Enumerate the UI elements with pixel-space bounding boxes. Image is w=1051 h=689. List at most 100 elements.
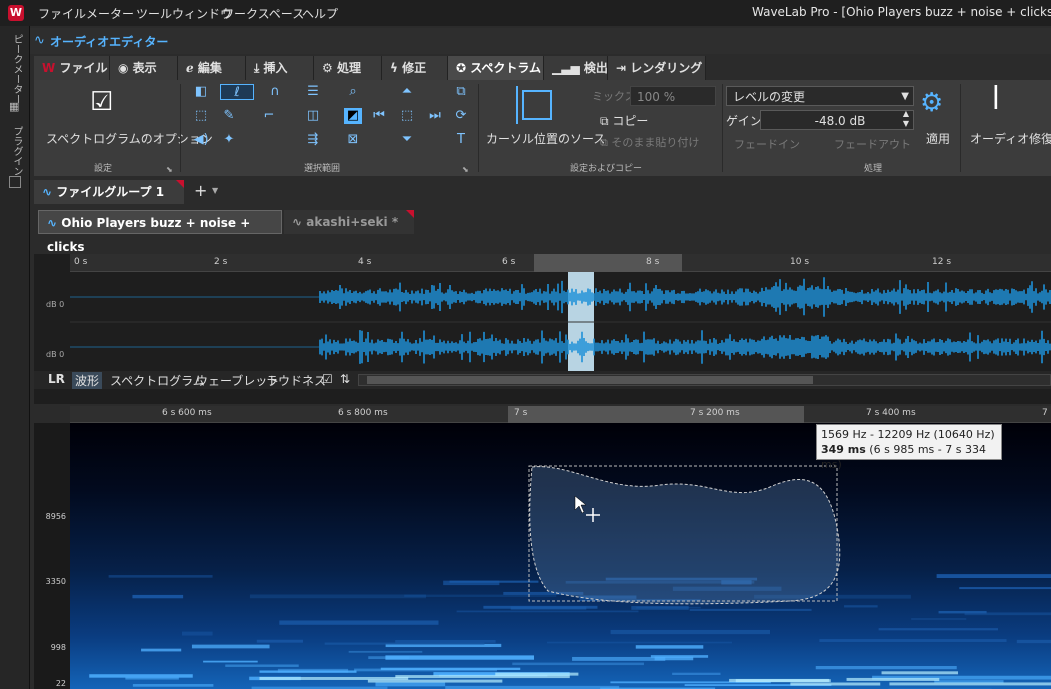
tick-label: 10 s [790,257,810,267]
prev-icon[interactable]: ⏮ [370,108,388,124]
cursor-source-button[interactable]: カーソル位置のソース [486,130,605,147]
plugins-tab[interactable]: プラグイン [9,126,24,176]
file-tab[interactable]: ∿ akashi+seki * [284,210,414,234]
tab-edit[interactable]: ℯ 編集 [178,56,246,80]
modified-indicator [176,180,184,188]
align-icon[interactable]: ☰ [304,84,322,100]
mode-icon[interactable]: ◫ [304,108,322,124]
frame-icon[interactable]: ⬚ [398,108,416,124]
waveform-channel-left [70,277,1051,317]
tooltip-time-range: 349 ms (6 s 985 ms - 7 s 334 ms) [821,442,997,472]
grid-icon[interactable]: ▦ [9,100,21,113]
chevron-down-icon: ▼ [901,91,909,102]
copy-window-icon[interactable]: ⧉ [452,84,470,100]
main-time-ruler[interactable]: 6 s 600 ms 6 s 800 ms 7 s 7 s 200 ms 7 s… [70,406,1051,423]
text-icon[interactable]: T [452,132,470,148]
visible-range[interactable] [534,254,682,272]
mix-field[interactable]: 100 % [630,86,716,106]
process-select[interactable]: レベルの変更 ▼ [726,86,914,106]
freq-label: 998 [50,643,66,652]
chevron-down-icon[interactable]: ▼ [212,186,218,195]
channel-lr-toggle[interactable]: LR [48,372,65,386]
search-refresh-icon[interactable]: ⟳ [452,108,470,124]
paste-as-is-button[interactable]: ⧉ そのまま貼り付け [600,134,699,150]
tab-detect[interactable]: ▁▃▅ 検出 [544,56,608,80]
tab-spectrum[interactable]: ✪ スペクトラム [448,56,544,80]
panel-icon[interactable] [9,176,21,188]
cursor-source-icon[interactable] [522,90,552,120]
spectrogram-options-button[interactable]: スペクトログラムのオプション [46,130,213,147]
magnet-icon[interactable]: ∩ [266,84,284,100]
menu-workspace[interactable]: ワークスペース [222,5,304,22]
waveform-icon: ∿ [47,216,58,230]
bottom-icon[interactable]: ⏷ [398,132,416,148]
gain-field[interactable]: -48.0 dB ▲ ▼ [760,109,914,130]
peak-meter-tab[interactable]: ピークメーター [9,34,24,104]
freq-label: 22 [55,679,66,688]
editor-title-bar: ∿ オーディオエディター [30,28,1051,54]
overview-ruler[interactable]: 0 s 2 s 4 s 6 s 8 s 10 s 12 s [70,254,1051,272]
file-tab-active[interactable]: ∿ Ohio Players buzz + noise + clicks [38,210,282,254]
clear-select-icon[interactable]: ⊠ [344,132,362,148]
audio-repair-button[interactable]: オーディオ修復 [970,130,1051,147]
tab-correction[interactable]: ϟ 修正 [382,56,448,80]
paste-as-is-label: そのまま貼り付け [611,136,700,149]
brush-icon[interactable]: ✎ [220,108,238,124]
separator [478,84,479,172]
dialog-launcher-icon[interactable]: ⬊ [462,165,469,174]
spinner-icon[interactable]: ▲ ▼ [903,109,909,129]
add-icon[interactable]: + [194,181,207,200]
checkmark-icon[interactable]: ☑ [90,88,120,116]
tab-spectrum-label: スペクトラム [470,61,542,75]
check-icon[interactable]: ☑ [322,372,333,386]
spectrum-icon: ✪ [456,61,467,75]
left-tool-strip: ピークメーター ▦ プラグイン [0,26,30,689]
tick-label: 6 s [502,257,516,267]
dialog-launcher-icon[interactable]: ⬊ [166,165,173,174]
gears-icon[interactable]: ⚙ [920,88,943,118]
gears-icon: ⚙ [322,61,333,75]
fade-out-button[interactable]: フェードアウト [834,136,911,152]
copy-icon: ⧉ [600,114,609,128]
menu-meters[interactable]: メーター [86,5,134,22]
app-title: WaveLab Pro - [Ohio Players buzz + noise… [752,5,1051,19]
scrollbar-thumb[interactable] [367,376,813,384]
apply-button[interactable]: 適用 [926,130,950,147]
next-icon[interactable]: ⏭ [426,108,444,124]
tab-process[interactable]: ⚙ 処理 [314,56,382,80]
rect-select-icon[interactable]: ◧ [192,84,210,100]
paintbrush-icon[interactable]: ꟾ [992,86,1000,116]
magic-wand-icon[interactable]: ✦ [220,132,238,148]
wavelab-logo-icon[interactable]: W [8,5,24,21]
fade-in-button[interactable]: フェードイン [734,136,800,152]
diagonal-select-icon[interactable]: ◩ [344,108,362,124]
speaker-icon[interactable]: ◀) [192,132,210,148]
tab-view[interactable]: ◉ 表示 [110,56,178,80]
swap-icon[interactable]: ⇅ [340,372,350,386]
menu-tool-windows[interactable]: ツールウィンドウ [136,5,232,22]
tab-file[interactable]: W ファイル [34,56,110,80]
tab-waveform[interactable]: 波形 [72,372,103,389]
tab-insert[interactable]: ⤓ 挿入 [246,56,314,80]
overview-waveform[interactable] [70,272,1051,372]
zoom-select-icon[interactable]: ⌕ [344,84,362,100]
render-icon: ⇥ [616,61,627,75]
file-group-tab[interactable]: ∿ ファイルグループ 1 [34,180,184,204]
menu-help[interactable]: ヘルプ [302,5,338,22]
marquee-icon[interactable]: ⬚ [192,108,210,124]
bracket-icon[interactable]: ⌐ [260,108,278,124]
top-icon[interactable]: ⏶ [398,84,416,100]
tab-loudness[interactable]: ラウドネス [266,372,326,389]
tab-file-label: ファイル [59,61,108,75]
tab-edit-label: 編集 [197,61,222,75]
tick-label: 8 s [646,257,660,267]
tab-spectrogram[interactable]: スペクトログラム [110,372,205,389]
copy-button[interactable]: ⧉ コピー [600,112,648,129]
tab-render[interactable]: ⇥ レンダリング [608,56,706,80]
horizontal-scrollbar[interactable] [358,374,1051,386]
split-icon[interactable]: ⇶ [304,132,322,148]
lasso-select-icon[interactable]: ℓ [220,84,254,100]
gain-value: -48.0 dB [814,114,866,128]
edit-icon: ℯ [186,61,194,75]
menu-file[interactable]: ファイル [38,5,86,22]
